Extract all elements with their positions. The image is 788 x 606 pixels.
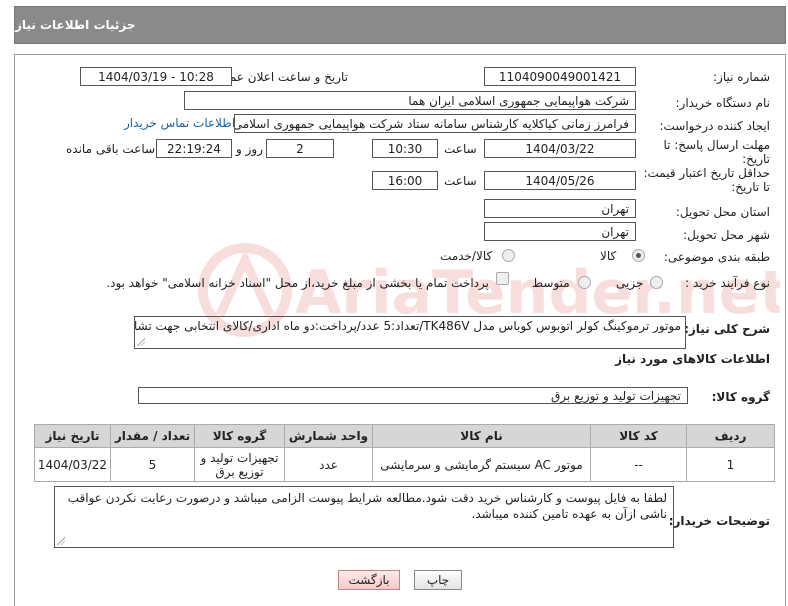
notes-text: لطفا به فایل پیوست و کارشناس خرید دقت شو…	[67, 491, 667, 521]
print-button[interactable]: چاپ	[414, 570, 462, 590]
validity-label-date: تا تاریخ:	[731, 180, 770, 194]
process-label: نوع فرآیند خرید :	[685, 276, 770, 290]
process-option-minor: جزیی	[616, 276, 644, 290]
goods-group-label: گروه کالا:	[711, 390, 770, 404]
cell-name: موتور AC سیستم گرمایشی و سرمایشی	[372, 447, 591, 482]
city-label: شهر محل تحویل:	[683, 228, 770, 242]
col-need-date: تاریخ نیاز	[34, 424, 111, 448]
remaining-label: ساعت باقی مانده	[66, 142, 156, 156]
days-label: روز و	[236, 142, 263, 156]
description-text: موتور ترموکینگ کولر اتوبوس کوباس مدل TK4…	[134, 319, 681, 333]
validity-time-label: ساعت	[444, 174, 477, 188]
creator-label: ایجاد کننده درخواست:	[659, 119, 770, 133]
col-group: گروه کالا	[194, 424, 285, 448]
page-title: جزئیات اطلاعات نیاز	[15, 18, 136, 32]
cell-group: تجهیزات تولید و توزیع برق	[194, 447, 285, 482]
description-field: موتور ترموکینگ کولر اتوبوس کوباس مدل TK4…	[134, 316, 686, 349]
goods-group-field: تجهیزات تولید و توزیع برق	[138, 387, 688, 404]
category-option-goods: کالا	[600, 249, 617, 263]
back-button[interactable]: بازگشت	[338, 570, 400, 590]
province-label: استان محل تحویل:	[675, 205, 770, 219]
cell-row: 1	[686, 447, 775, 482]
description-label: شرح کلی نیاز:	[684, 322, 770, 336]
table-row: 1404/03/22 5 تجهیزات تولید و توزیع برق ع…	[34, 447, 775, 482]
resize-handle[interactable]	[137, 338, 145, 346]
process-radio-minor[interactable]	[650, 276, 663, 289]
col-row: ردیف	[686, 424, 775, 448]
validity-date-field: 1404/05/26	[484, 171, 636, 190]
category-label: طبقه بندی موضوعی:	[663, 250, 770, 264]
col-qty: تعداد / مقدار	[110, 424, 195, 448]
notes-resize-handle[interactable]	[57, 537, 65, 545]
creator-field: فرامرز زمانی کیاکلایه کارشناس سامانه ستا…	[234, 114, 636, 133]
deadline-label-date: تاریخ:	[742, 152, 770, 166]
table-header-row: تاریخ نیاز تعداد / مقدار گروه کالا واحد …	[34, 424, 775, 448]
notes-label: توضیحات خریدار:	[668, 514, 770, 528]
category-radio-goods-service[interactable]	[502, 249, 515, 262]
notes-field: لطفا به فایل پیوست و کارشناس خرید دقت شو…	[54, 486, 674, 548]
need-number-label: شماره نیاز:	[713, 70, 770, 84]
treasury-checkbox[interactable]	[496, 272, 509, 285]
treasury-note: پرداخت تمام یا بخشی از مبلغ خرید،از محل …	[106, 276, 489, 290]
goods-table: تاریخ نیاز تعداد / مقدار گروه کالا واحد …	[34, 424, 775, 482]
cell-unit: عدد	[284, 447, 373, 482]
remaining-field: 22:19:24	[156, 139, 232, 158]
col-name: نام کالا	[372, 424, 591, 448]
cell-code: --	[590, 447, 687, 482]
deadline-label: مهلت ارسال پاسخ: تا	[663, 138, 770, 152]
category-option-goods-service: کالا/خدمت	[440, 249, 493, 263]
days-field: 2	[266, 139, 334, 158]
category-radio-goods[interactable]	[632, 249, 645, 262]
validity-label: حداقل تاریخ اعتبار قیمت:	[643, 166, 770, 180]
city-field: تهران	[484, 222, 636, 241]
deadline-date-field: 1404/03/22	[484, 139, 636, 158]
need-number-field: 1104090049001421	[484, 67, 636, 86]
process-option-medium: متوسط	[532, 276, 570, 290]
validity-time-field: 16:00	[372, 171, 438, 190]
buyer-org-field: شرکت هواپیمایی جمهوری اسلامی ایران هما	[184, 91, 636, 110]
announce-field: 1404/03/19 - 10:28	[80, 67, 232, 86]
col-unit: واحد شمارش	[284, 424, 373, 448]
page-header: جزئیات اطلاعات نیاز	[14, 6, 786, 44]
cell-date: 1404/03/22	[34, 447, 111, 482]
province-field: تهران	[484, 199, 636, 218]
buyer-org-label: نام دستگاه خریدار:	[675, 96, 771, 110]
col-code: کد کالا	[590, 424, 687, 448]
deadline-time-label: ساعت	[444, 142, 477, 156]
deadline-time-field: 10:30	[372, 139, 438, 158]
goods-section-title: اطلاعات کالاهای مورد نیاز	[615, 352, 770, 366]
process-radio-medium[interactable]	[578, 276, 591, 289]
buyer-contact-link[interactable]: اطلاعات تماس خریدار	[124, 116, 235, 130]
cell-qty: 5	[110, 447, 195, 482]
